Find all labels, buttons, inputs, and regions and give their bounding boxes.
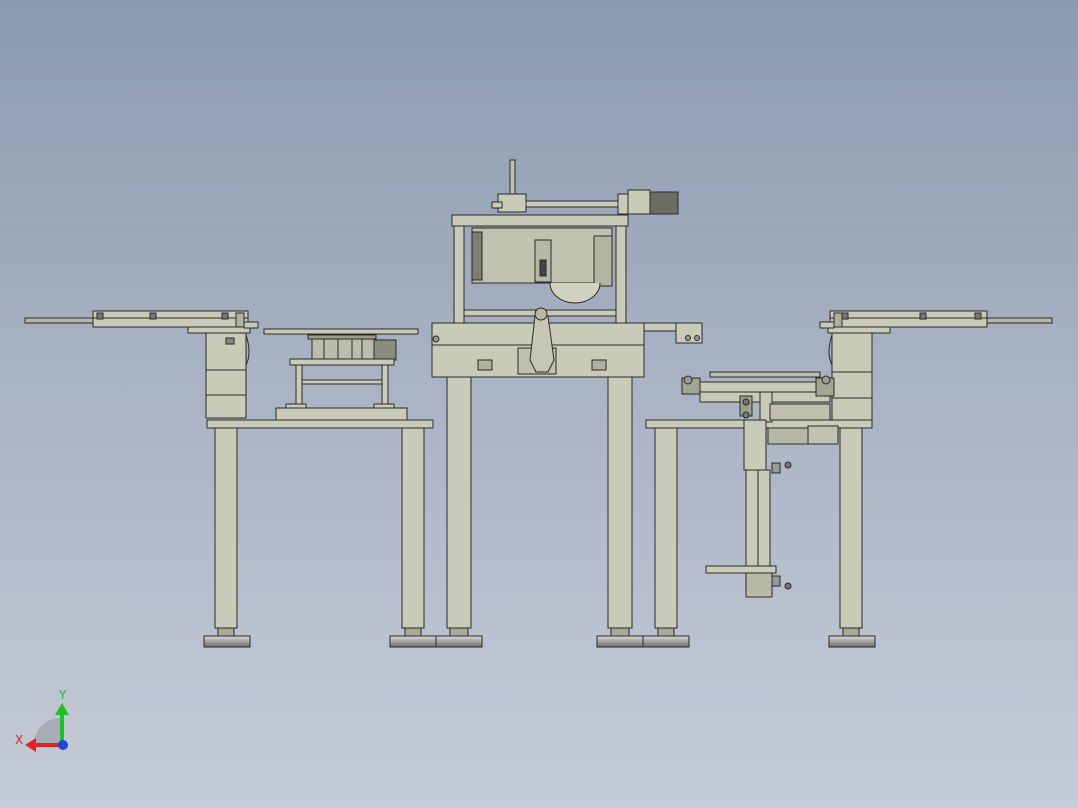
feeder-column (831, 332, 873, 421)
top-rod (509, 159, 516, 199)
left-table (203, 419, 437, 648)
left-table-top (206, 419, 434, 429)
x-axis-label: X (15, 733, 23, 747)
rotary-base (275, 407, 408, 421)
feeder-column (205, 332, 247, 419)
center-top-plate (451, 214, 629, 227)
center-column (615, 225, 627, 324)
left-feeder (24, 310, 259, 419)
machine-drawing: Y X (15, 159, 1053, 752)
motor-body (649, 191, 679, 215)
leveling-foot (596, 635, 644, 648)
right-feeder (819, 310, 1053, 421)
x-axis-arrowhead (25, 738, 36, 752)
lead-screw (525, 200, 631, 208)
leveling-foot (389, 635, 437, 648)
center-leg (446, 376, 472, 629)
leveling-foot (642, 635, 690, 648)
y-axis-arrowhead (55, 703, 69, 715)
y-axis-label: Y (58, 688, 67, 702)
center-column (453, 225, 465, 324)
z-axis-dot (58, 740, 68, 750)
leveling-foot (435, 635, 483, 648)
rotary-plate (263, 328, 419, 335)
left-table-leg (214, 427, 238, 629)
left-table-leg (401, 427, 425, 629)
center-leg (607, 376, 633, 629)
lift-unit (681, 371, 839, 598)
right-table-leg (839, 427, 863, 629)
feeder-rod (984, 317, 1053, 324)
feeder-rail (829, 310, 988, 328)
rotary-table (263, 328, 419, 421)
leveling-foot (203, 635, 251, 648)
motor-flange (627, 189, 651, 215)
leveling-foot (828, 635, 876, 648)
feeder-rod (24, 317, 96, 324)
right-table-leg (654, 427, 678, 629)
lift-cylinder-head (743, 419, 767, 471)
axis-triad: Y X (15, 688, 69, 752)
cad-viewport[interactable]: Y X (0, 0, 1078, 808)
lift-bracket (705, 565, 777, 574)
triad-quadrant (33, 717, 62, 745)
